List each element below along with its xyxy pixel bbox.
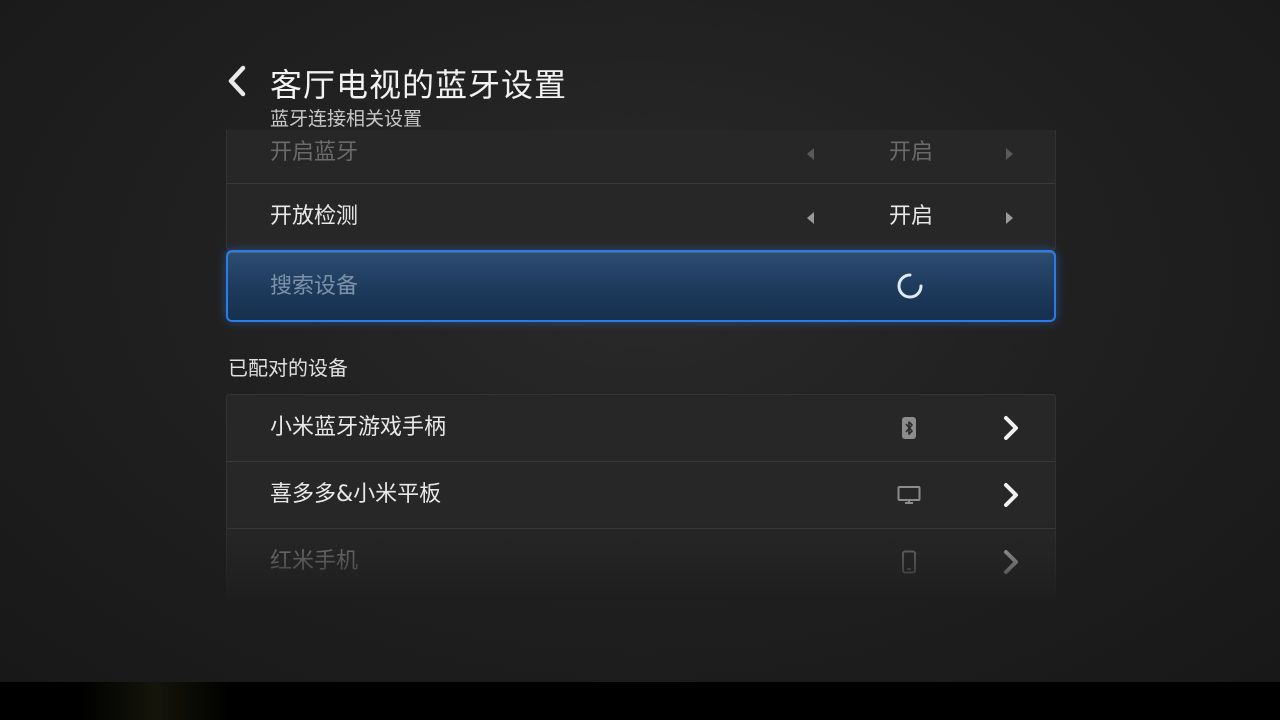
chevron-right-icon[interactable] xyxy=(1001,481,1021,509)
phone-icon xyxy=(902,550,916,574)
bluetooth-settings-panel: 开启蓝牙 开启 开放检测 开启 xyxy=(226,130,1056,251)
tv-screen: 客厅电视的蓝牙设置 蓝牙连接相关设置 开启蓝牙 开启 开放检测 开启 搜索设备 … xyxy=(0,0,1280,682)
right-arrow-icon[interactable] xyxy=(1006,212,1013,224)
right-arrow-icon[interactable] xyxy=(1006,148,1013,160)
chevron-right-icon[interactable] xyxy=(1001,548,1021,576)
page-title: 客厅电视的蓝牙设置 xyxy=(270,66,568,104)
setting-row-discoverable[interactable]: 开放检测 开启 xyxy=(227,184,1055,250)
paired-devices-list: 小米蓝牙游戏手柄 喜多多&小米平板 红米手机 xyxy=(226,394,1056,595)
search-devices-button[interactable]: 搜索设备 xyxy=(226,250,1056,322)
paired-device-row[interactable]: 红米手机 xyxy=(227,529,1055,595)
setting-row-enable-bluetooth[interactable]: 开启蓝牙 开启 xyxy=(227,120,1055,186)
loading-spinner-icon xyxy=(897,273,923,299)
paired-devices-heading: 已配对的设备 xyxy=(228,356,348,380)
device-name: 小米蓝牙游戏手柄 xyxy=(270,415,447,440)
background-ghost-image xyxy=(80,682,230,720)
paired-device-row[interactable]: 喜多多&小米平板 xyxy=(227,462,1055,528)
search-devices-label: 搜索设备 xyxy=(270,274,359,299)
paired-device-row[interactable]: 小米蓝牙游戏手柄 xyxy=(227,395,1055,461)
left-arrow-icon[interactable] xyxy=(807,148,814,160)
bottom-letterbox xyxy=(0,682,1280,720)
left-arrow-icon[interactable] xyxy=(807,212,814,224)
device-name: 红米手机 xyxy=(270,549,359,574)
monitor-icon xyxy=(897,486,921,504)
setting-label: 开启蓝牙 xyxy=(270,140,359,165)
device-name: 喜多多&小米平板 xyxy=(270,482,442,507)
back-chevron-icon[interactable] xyxy=(226,64,248,98)
setting-value: 开启 xyxy=(888,204,933,229)
setting-value: 开启 xyxy=(888,140,933,165)
bluetooth-icon xyxy=(902,417,916,439)
setting-label: 开放检测 xyxy=(270,204,359,229)
chevron-right-icon[interactable] xyxy=(1001,414,1021,442)
